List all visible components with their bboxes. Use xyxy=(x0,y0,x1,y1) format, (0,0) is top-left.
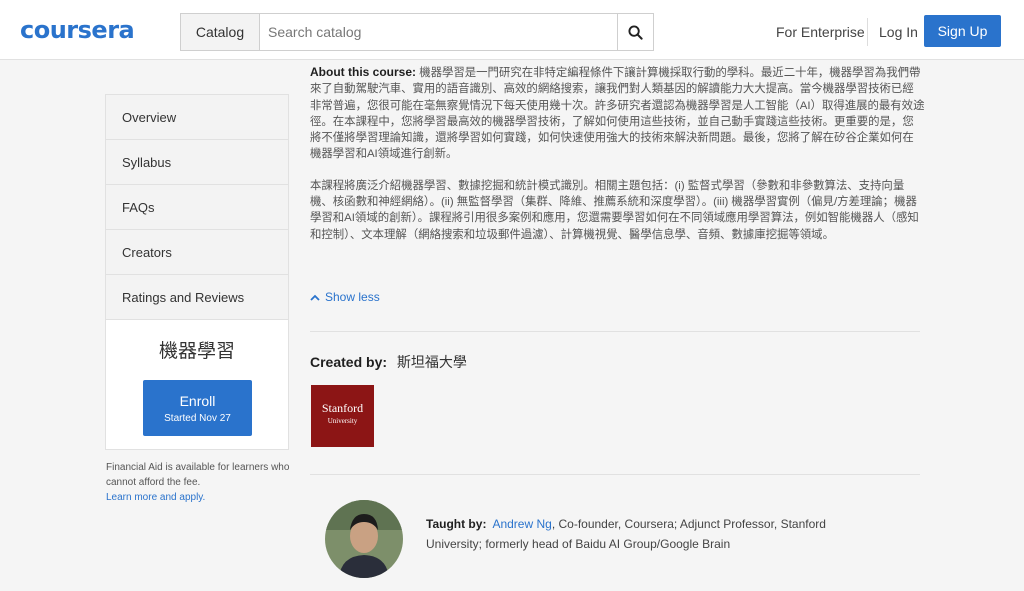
enroll-start-date: Started Nov 27 xyxy=(164,413,231,424)
creator-name[interactable]: 斯坦福大學 xyxy=(397,354,467,370)
enroll-card: 機器學習 Enroll Started Nov 27 xyxy=(105,320,289,450)
course-title: 機器學習 xyxy=(158,341,235,362)
top-nav-bar: coursera Catalog For Enterprise Log In S… xyxy=(0,0,1024,60)
about-heading: About this course: xyxy=(310,65,417,79)
enroll-button[interactable]: Enroll Started Nov 27 xyxy=(143,380,252,436)
stanford-logo-line2: University xyxy=(327,417,358,425)
created-by-label: Created by: xyxy=(310,354,388,370)
coursera-logo[interactable]: coursera xyxy=(20,16,135,44)
section-divider xyxy=(310,474,920,475)
show-less-link[interactable]: Show less xyxy=(310,290,380,304)
taught-by-label: Taught by: xyxy=(426,517,487,531)
show-less-label: Show less xyxy=(325,290,380,304)
chevron-up-icon xyxy=(310,294,320,301)
sidebar-item-ratings[interactable]: Ratings and Reviews xyxy=(106,275,288,320)
instructor-avatar[interactable] xyxy=(325,500,403,578)
search-bar: Catalog xyxy=(180,13,654,51)
about-text-2: 本課程將廣泛介紹機器學習、數據挖掘和統計模式識別。相關主題包括：(i) 監督式學… xyxy=(310,179,919,241)
sidebar-item-syllabus[interactable]: Syllabus xyxy=(106,140,288,185)
search-input[interactable] xyxy=(260,14,617,50)
catalog-button[interactable]: Catalog xyxy=(181,14,260,50)
created-by: Created by: 斯坦福大學 xyxy=(310,352,467,372)
search-button[interactable] xyxy=(617,14,653,50)
signup-button[interactable]: Sign Up xyxy=(924,15,1001,47)
instructor-name-link[interactable]: Andrew Ng xyxy=(492,517,551,531)
enroll-label: Enroll xyxy=(179,393,216,409)
header-divider xyxy=(867,18,868,46)
stanford-logo[interactable]: Stanford University xyxy=(311,385,374,447)
search-icon xyxy=(628,24,643,40)
about-course-section: About this course: 機器學習是一門研究在非特定編程條件下讓計算… xyxy=(310,64,925,243)
financial-aid-link[interactable]: Learn more and apply. xyxy=(106,492,205,503)
taught-by: Taught by: Andrew Ng, Co-founder, Courser… xyxy=(426,514,866,554)
section-divider xyxy=(310,331,920,332)
about-para-1: About this course: 機器學習是一門研究在非特定編程條件下讓計算… xyxy=(310,64,925,163)
about-text-1: 機器學習是一門研究在非特定編程條件下讓計算機採取行動的學科。最近二十年，機器學習… xyxy=(310,67,925,161)
financial-aid-note: Financial Aid is available for learners … xyxy=(106,460,296,505)
sidebar-item-overview[interactable]: Overview xyxy=(106,95,288,140)
stanford-logo-line1: Stanford xyxy=(321,401,364,415)
sidebar-item-creators[interactable]: Creators xyxy=(106,230,288,275)
login-link[interactable]: Log In xyxy=(879,24,918,40)
course-sidebar-nav: Overview Syllabus FAQs Creators Ratings … xyxy=(105,94,289,321)
instructor-photo-icon xyxy=(325,500,403,578)
financial-aid-text: Financial Aid is available for learners … xyxy=(106,462,290,488)
for-enterprise-link[interactable]: For Enterprise xyxy=(776,24,865,40)
sidebar-item-faqs[interactable]: FAQs xyxy=(106,185,288,230)
